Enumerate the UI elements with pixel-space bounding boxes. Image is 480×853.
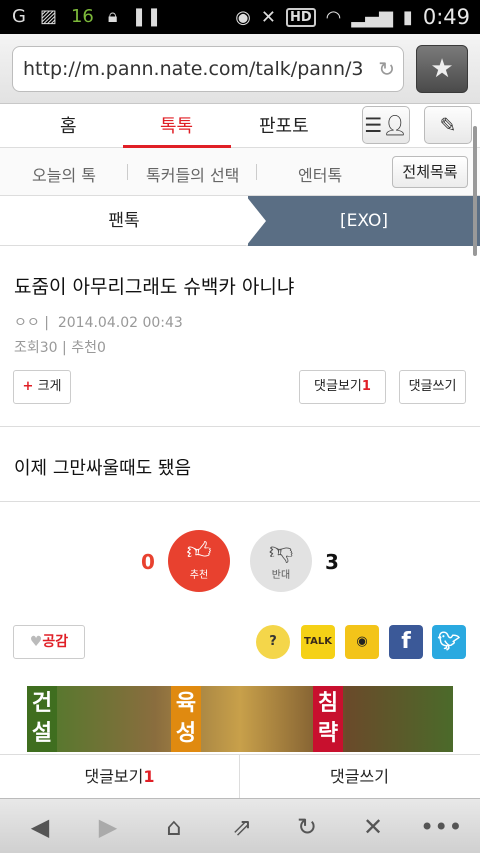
- subnav-today-talk[interactable]: 오늘의 톡: [32, 162, 96, 186]
- browser-toolbar: ◀ ▶ ⌂ ⇗ ↻ ✕ •••: [0, 798, 480, 853]
- forward-icon[interactable]: ▶: [88, 811, 128, 843]
- tab-talktalk[interactable]: 톡톡: [160, 112, 193, 138]
- battery-icon: ▮: [402, 6, 413, 28]
- post-stats: 조회30 | 추천0: [14, 337, 106, 357]
- kakaotalk-label: TALK: [304, 636, 332, 647]
- browser-url-bar: http://m.pann.nate.com/talk/pann/3 ↻ ★: [0, 34, 480, 104]
- downvote-button[interactable]: 👎︎ 반대: [250, 530, 312, 592]
- divider: [0, 426, 480, 427]
- share-icon[interactable]: ⇗: [222, 811, 262, 843]
- comment-count: 1: [361, 379, 371, 394]
- my-profile-button[interactable]: ☰👤︎: [362, 106, 410, 144]
- breadcrumb-fantalk[interactable]: 팬톡: [0, 196, 248, 246]
- view-comments-label: 댓글보기: [314, 379, 362, 394]
- upvote-count: 0: [141, 550, 155, 574]
- breadcrumb-exo[interactable]: [EXO]: [248, 196, 480, 246]
- comment-action-bar: 댓글보기1 댓글쓰기: [0, 754, 480, 799]
- refresh-icon[interactable]: ↻: [287, 811, 327, 843]
- banner-text-invade: 침략: [313, 686, 343, 752]
- eye-icon: ◉: [235, 6, 251, 28]
- bottom-comment-count: 1: [143, 767, 155, 786]
- views-count: 30: [39, 340, 58, 356]
- bottom-view-comments-label: 댓글보기: [84, 767, 144, 786]
- facebook-label: f: [401, 629, 411, 654]
- home-icon[interactable]: ⌂: [154, 811, 194, 843]
- scrollbar[interactable]: [473, 126, 477, 256]
- url-field[interactable]: http://m.pann.nate.com/talk/pann/3 ↻: [12, 46, 404, 92]
- sympathy-button[interactable]: ♥공감: [13, 625, 85, 659]
- meta-separator: |: [62, 340, 72, 356]
- downvote-label: 반대: [271, 570, 291, 581]
- view-comments-button[interactable]: 댓글보기1: [299, 370, 386, 404]
- bottom-view-comments-button[interactable]: 댓글보기1: [0, 755, 239, 799]
- back-icon[interactable]: ◀: [20, 811, 60, 843]
- url-text[interactable]: http://m.pann.nate.com/talk/pann/3: [23, 58, 371, 80]
- status-bar: G ▨ 16 🔒︎ ❚❚ ◉ ✕ HD ◠ ▂▄▆ ▮ 0:49: [0, 0, 480, 34]
- write-comment-button[interactable]: 댓글쓰기: [399, 370, 466, 404]
- upvote-label: 추천: [189, 570, 209, 581]
- hd-badge: HD: [286, 7, 316, 27]
- subnav-enter-talk[interactable]: 엔터톡: [298, 162, 342, 186]
- divider: [127, 164, 128, 180]
- upvote-button[interactable]: 👍︎ 추천: [168, 530, 230, 592]
- post-body: 이제 그만싸울때도 됐음: [14, 458, 192, 479]
- signal-icon: ▂▄▆: [351, 6, 393, 28]
- tab-pann-photo[interactable]: 판포토: [259, 112, 309, 138]
- subnav-talkers-choice[interactable]: 톡커들의 선택: [146, 162, 239, 186]
- post-date: 2014.04.02 00:43: [57, 315, 183, 331]
- post-author: ㅇㅇ: [14, 315, 40, 331]
- bottom-write-comment-button[interactable]: 댓글쓰기: [240, 755, 479, 799]
- post-title: 됴줌이 아무리그래도 슈백카 아니냐: [14, 276, 295, 298]
- reload-icon[interactable]: ↻: [378, 57, 395, 81]
- all-list-button[interactable]: 전체목록: [392, 156, 468, 188]
- downvote-count: 3: [325, 550, 339, 574]
- enlarge-label: 크게: [37, 379, 62, 394]
- thumbs-down-icon: 👎︎: [268, 537, 294, 565]
- twitter-share-icon[interactable]: 🐦︎: [432, 625, 466, 659]
- post-meta: ㅇㅇ | 2014.04.02 00:43: [14, 312, 183, 332]
- emoticon-share-icon[interactable]: ?: [256, 625, 290, 659]
- lock-icon: 🔒︎: [107, 6, 118, 27]
- wifi-icon: ◠: [325, 6, 342, 28]
- pause-icon: ❚❚: [131, 6, 162, 27]
- mute-icon: ✕: [260, 6, 276, 28]
- close-icon[interactable]: ✕: [353, 811, 393, 843]
- recommend-count: 0: [96, 340, 106, 356]
- user-list-icon: ☰👤︎: [364, 113, 408, 137]
- main-nav: 홈 톡톡 판포토 ☰👤︎ ✎: [0, 104, 480, 148]
- pencil-icon: ✎: [439, 113, 457, 137]
- plus-icon: +: [22, 379, 34, 394]
- thumbs-up-icon: 👍︎: [186, 537, 212, 565]
- divider: [0, 501, 480, 502]
- clock: 0:49: [422, 5, 470, 29]
- recommend-label: 추천: [71, 340, 97, 356]
- views-label: 조회: [14, 340, 40, 356]
- sympathy-label: 공감: [42, 634, 69, 650]
- meta-separator: |: [44, 315, 54, 331]
- app-notification-icon: G: [12, 6, 26, 27]
- sub-nav: 오늘의 톡 톡커들의 선택 엔터톡 전체목록: [0, 148, 480, 196]
- notification-count: 16: [70, 6, 94, 27]
- kakaotalk-share-icon[interactable]: TALK: [301, 625, 335, 659]
- ad-banner[interactable]: 건설 육성 침략: [27, 686, 453, 752]
- banner-text-build: 건설: [27, 686, 57, 752]
- write-post-button[interactable]: ✎: [424, 106, 472, 144]
- facebook-share-icon[interactable]: f: [389, 625, 423, 659]
- image-icon: ▨: [39, 6, 57, 27]
- tab-home[interactable]: 홈: [60, 112, 77, 138]
- breadcrumb: 팬톡 [EXO]: [0, 196, 480, 246]
- kakaostory-share-icon[interactable]: ◉: [345, 625, 379, 659]
- bookmark-star-button[interactable]: ★: [416, 45, 468, 93]
- heart-icon: ♥: [29, 634, 43, 650]
- more-icon[interactable]: •••: [420, 811, 462, 843]
- banner-text-grow: 육성: [171, 686, 201, 752]
- enlarge-button[interactable]: + 크게: [13, 370, 71, 404]
- divider: [256, 164, 257, 180]
